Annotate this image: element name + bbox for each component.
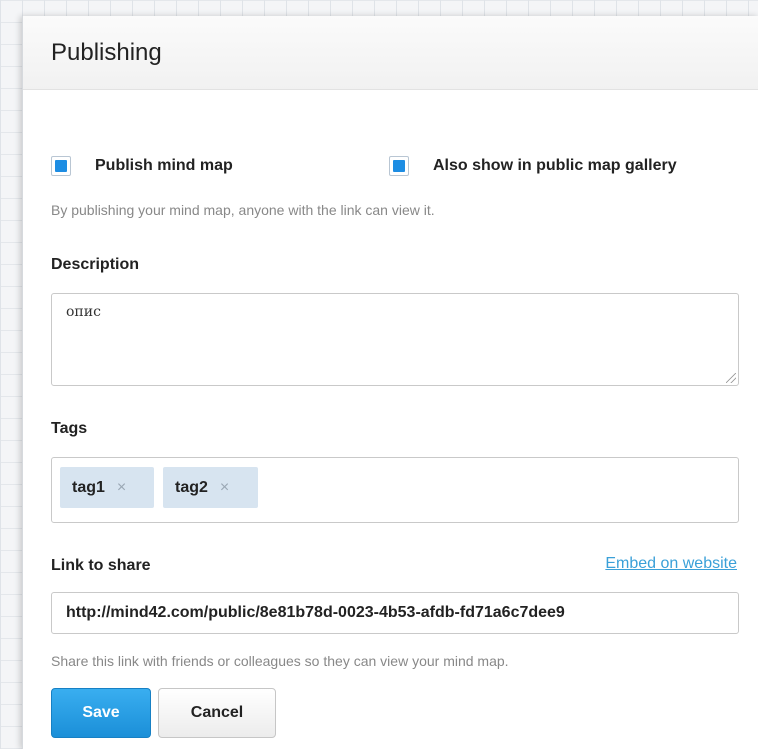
checkbox-checked-icon	[393, 160, 405, 172]
tag-text: tag1	[72, 478, 105, 496]
publish-hint: By publishing your mind map, anyone with…	[51, 202, 435, 218]
publishing-dialog: Publishing Publish mind map Also show in…	[22, 16, 758, 749]
remove-tag-icon[interactable]: ×	[117, 479, 126, 497]
tag-chip: tag1 ×	[60, 467, 154, 508]
publish-checkbox[interactable]	[51, 156, 71, 176]
save-button[interactable]: Save	[51, 688, 151, 738]
dialog-title: Publishing	[51, 39, 162, 66]
gallery-checkbox-label[interactable]: Also show in public map gallery	[433, 157, 677, 175]
resize-grip-icon[interactable]	[726, 373, 736, 383]
remove-tag-icon[interactable]: ×	[220, 479, 229, 497]
gallery-checkbox[interactable]	[389, 156, 409, 176]
description-textarea[interactable]: опис	[51, 293, 739, 386]
embed-on-website-link[interactable]: Embed on website	[605, 555, 737, 573]
tag-text: tag2	[175, 478, 208, 496]
gallery-checkbox-row[interactable]: Also show in public map gallery	[389, 155, 677, 177]
link-to-share-label: Link to share	[51, 557, 151, 574]
tag-chip: tag2 ×	[163, 467, 258, 508]
share-link-field[interactable]	[51, 592, 739, 634]
checkbox-checked-icon	[55, 160, 67, 172]
tags-input[interactable]: tag1 × tag2 ×	[51, 457, 739, 523]
tags-label: Tags	[51, 420, 88, 437]
share-hint: Share this link with friends or colleagu…	[51, 653, 509, 669]
dialog-header: Publishing	[23, 16, 758, 90]
description-label: Description	[51, 256, 140, 273]
cancel-button[interactable]: Cancel	[158, 688, 276, 738]
publish-checkbox-row[interactable]: Publish mind map	[51, 155, 233, 177]
dialog-body: Publish mind map Also show in public map…	[23, 90, 758, 749]
publish-checkbox-label[interactable]: Publish mind map	[95, 157, 233, 175]
